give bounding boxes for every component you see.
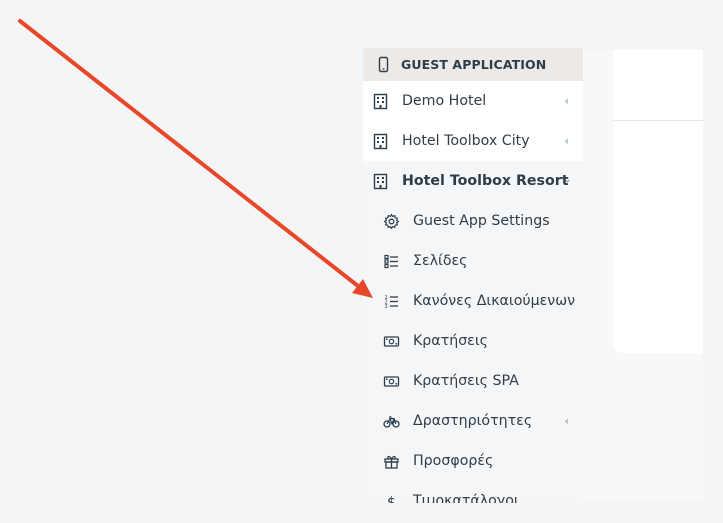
annotation-arrow-shaft xyxy=(18,19,360,288)
chevron-down-icon[interactable]: ‹ xyxy=(560,179,573,183)
bicycle-icon xyxy=(383,413,400,430)
chevron-left-icon[interactable]: ‹ xyxy=(565,415,569,428)
sidebar-item-label: Δραστηριότητες xyxy=(413,413,533,429)
sidebar-item-label: Guest App Settings xyxy=(413,213,550,229)
sidebar-item-label: Προσφορές xyxy=(413,453,494,469)
sidebar-item-offers[interactable]: Προσφορές xyxy=(363,441,583,481)
gear-icon xyxy=(383,213,400,230)
money-bill-icon xyxy=(383,373,400,390)
sidebar-item-pages[interactable]: Σελίδες xyxy=(363,241,583,281)
section-header-guest-application: GUEST APPLICATION xyxy=(363,48,583,81)
sidebar-item-label: Σελίδες xyxy=(413,253,468,269)
sidebar-item-label: Κρατήσεις SPA xyxy=(413,373,519,389)
sidebar: GUEST APPLICATION Demo Hotel ‹ Hotel Too… xyxy=(363,48,583,503)
content-card xyxy=(613,50,703,353)
building-icon xyxy=(372,173,389,190)
sidebar-item-hotel-toolbox-resort[interactable]: Hotel Toolbox Resort ‹ xyxy=(363,161,583,201)
sidebar-item-guest-app-settings[interactable]: Guest App Settings xyxy=(363,201,583,241)
svg-text:$: $ xyxy=(387,495,396,504)
list-icon xyxy=(383,253,400,270)
content-divider xyxy=(613,120,703,121)
sidebar-item-spa-bookings[interactable]: Κρατήσεις SPA xyxy=(363,361,583,401)
sidebar-item-demo-hotel[interactable]: Demo Hotel ‹ xyxy=(363,81,583,121)
sidebar-item-hotel-toolbox-city[interactable]: Hotel Toolbox City ‹ xyxy=(363,121,583,161)
dollar-icon: $ xyxy=(383,493,400,504)
svg-text:3: 3 xyxy=(385,304,388,310)
sidebar-item-activities[interactable]: Δραστηριότητες ‹ xyxy=(363,401,583,441)
sidebar-item-label: Κρατήσεις xyxy=(413,333,488,349)
building-icon xyxy=(372,93,389,110)
money-bill-icon xyxy=(383,333,400,350)
gift-icon xyxy=(383,453,400,470)
ordered-list-icon: 123 xyxy=(383,293,400,310)
building-icon xyxy=(372,133,389,150)
sidebar-item-label: Τιμοκατάλογοι xyxy=(413,493,519,503)
chevron-left-icon[interactable]: ‹ xyxy=(565,135,569,148)
section-header-label: GUEST APPLICATION xyxy=(401,57,547,72)
sidebar-item-label: Hotel Toolbox Resort xyxy=(402,173,569,189)
sidebar-item-bookings[interactable]: Κρατήσεις xyxy=(363,321,583,361)
chevron-left-icon[interactable]: ‹ xyxy=(565,95,569,108)
sidebar-item-price-lists[interactable]: $ Τιμοκατάλογοι xyxy=(363,481,583,503)
sidebar-item-label: Hotel Toolbox City xyxy=(402,133,530,149)
mobile-phone-icon xyxy=(375,56,392,73)
sidebar-item-label: Demo Hotel xyxy=(402,93,487,109)
sidebar-item-label: Κανόνες Δικαιούμενων xyxy=(413,293,576,309)
sidebar-item-eligibility-rules[interactable]: 123 Κανόνες Δικαιούμενων xyxy=(363,281,583,321)
